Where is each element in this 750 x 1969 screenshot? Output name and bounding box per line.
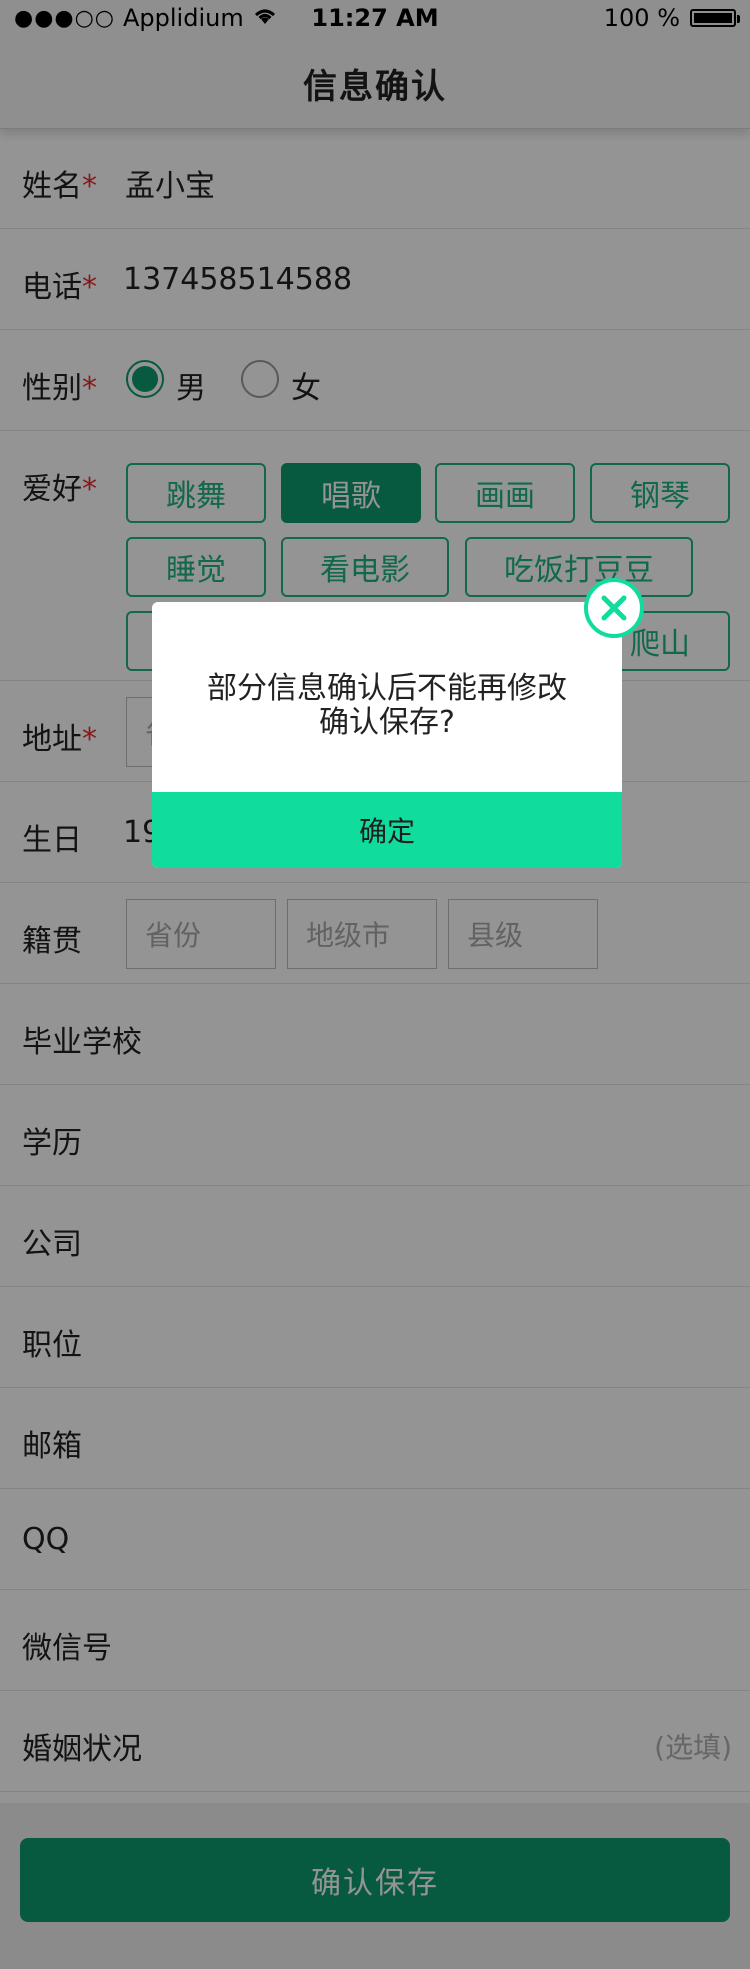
modal-overlay[interactable]: [0, 0, 750, 1969]
confirm-dialog: 部分信息确认后不能再修改 确认保存? 确定: [152, 602, 622, 868]
close-icon: [601, 595, 627, 621]
dialog-message-line1: 部分信息确认后不能再修改: [207, 671, 567, 706]
dialog-message-line2: 确认保存?: [319, 705, 455, 740]
dialog-close-button[interactable]: [584, 578, 644, 638]
dialog-message: 部分信息确认后不能再修改 确认保存?: [152, 672, 622, 740]
dialog-ok-button[interactable]: 确定: [152, 792, 622, 868]
